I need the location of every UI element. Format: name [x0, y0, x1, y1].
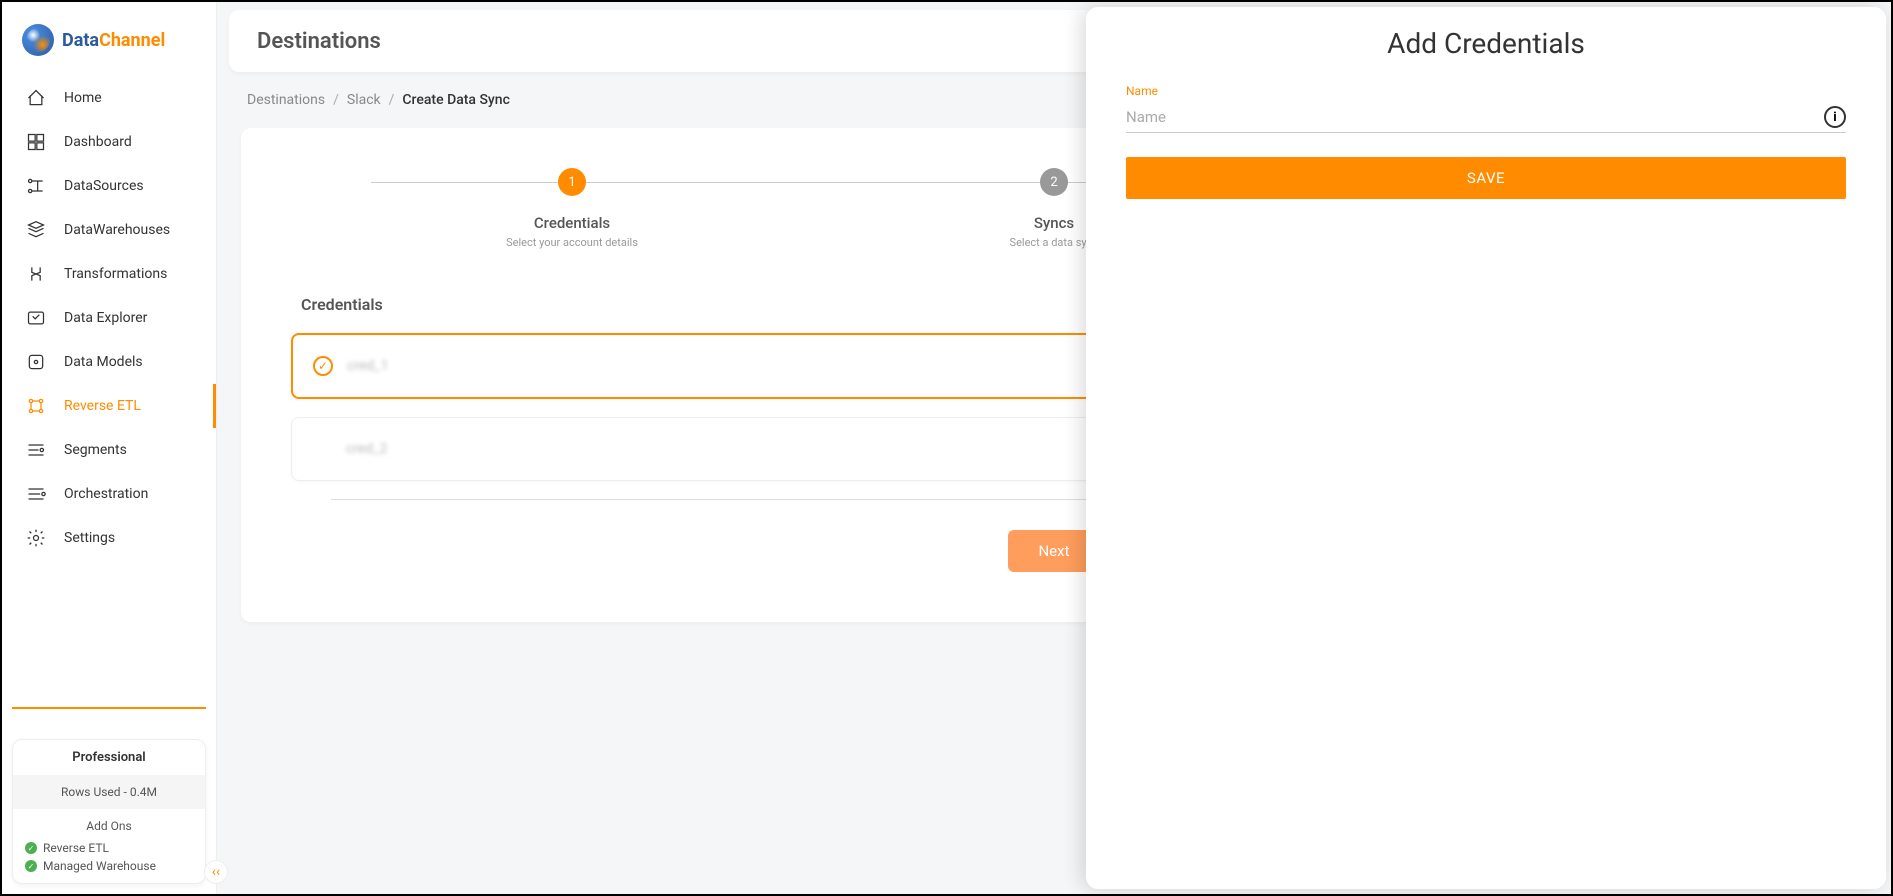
- check-icon: ✓: [25, 842, 37, 854]
- brand-part2: Channel: [99, 30, 165, 51]
- nav-segments[interactable]: Segments: [2, 428, 216, 472]
- addon-label: Reverse ETL: [43, 841, 109, 855]
- brand-logo[interactable]: DataChannel: [2, 14, 216, 76]
- step-credentials[interactable]: 1 Credentials Select your account detail…: [331, 168, 813, 249]
- divider: [12, 707, 206, 709]
- breadcrumb-item[interactable]: Slack: [347, 92, 381, 108]
- transform-icon: [26, 264, 46, 284]
- breadcrumb-sep: /: [333, 92, 339, 108]
- models-icon: [26, 352, 46, 372]
- orchestration-icon: [26, 484, 46, 504]
- credentials-title: Credentials: [301, 295, 383, 314]
- nav-list: Home Dashboard DataSources DataWarehouse…: [2, 76, 216, 697]
- nav-label: Reverse ETL: [64, 398, 141, 414]
- nav-dashboard[interactable]: Dashboard: [2, 120, 216, 164]
- breadcrumb-current: Create Data Sync: [402, 92, 509, 108]
- step-sub: Select your account details: [506, 236, 638, 249]
- save-button[interactable]: SAVE: [1126, 157, 1846, 199]
- nav-label: Dashboard: [64, 134, 132, 150]
- explorer-icon: [26, 308, 46, 328]
- nav-home[interactable]: Home: [2, 76, 216, 120]
- nav-reverseetl[interactable]: Reverse ETL: [2, 384, 216, 428]
- name-label: Name: [1126, 84, 1846, 98]
- nav-label: Transformations: [64, 266, 167, 282]
- nav-label: DataSources: [64, 178, 144, 194]
- nav-label: Orchestration: [64, 486, 148, 502]
- step-label: Credentials: [534, 214, 610, 232]
- name-input[interactable]: [1126, 102, 1814, 132]
- nav-datawarehouses[interactable]: DataWarehouses: [2, 208, 216, 252]
- nav-label: DataWarehouses: [64, 222, 170, 238]
- add-credentials-panel: Add Credentials Name i SAVE: [1086, 7, 1886, 889]
- check-icon: ✓: [25, 860, 37, 872]
- addon-label: Managed Warehouse: [43, 859, 156, 873]
- collapse-sidebar-button[interactable]: ‹‹: [204, 860, 228, 884]
- plan-addons-title: Add Ons: [13, 809, 205, 839]
- plan-card: Professional Rows Used - 0.4M Add Ons ✓ …: [12, 739, 206, 884]
- segments-icon: [26, 440, 46, 460]
- step-label: Syncs: [1034, 214, 1074, 232]
- brand-icon: [22, 24, 54, 56]
- datasources-icon: [26, 176, 46, 196]
- nav-settings[interactable]: Settings: [2, 516, 216, 560]
- nav-datasources[interactable]: DataSources: [2, 164, 216, 208]
- plan-addon: ✓ Reverse ETL: [13, 839, 205, 857]
- reverseetl-icon: [26, 396, 46, 416]
- gear-icon: [26, 528, 46, 548]
- sidebar: DataChannel Home Dashboard DataSources D…: [2, 2, 217, 894]
- plan-rows: Rows Used - 0.4M: [13, 775, 205, 809]
- info-icon[interactable]: i: [1824, 106, 1846, 128]
- breadcrumb-item[interactable]: Destinations: [247, 92, 325, 108]
- sidebar-bottom: Professional Rows Used - 0.4M Add Ons ✓ …: [2, 697, 216, 894]
- chevron-left-icon: ‹‹: [212, 864, 220, 880]
- brand-part1: Data: [62, 30, 99, 51]
- nav-label: Data Explorer: [64, 310, 147, 326]
- step-number: 1: [558, 168, 586, 196]
- warehouse-icon: [26, 220, 46, 240]
- selected-check-icon: ✓: [313, 356, 333, 376]
- name-field: Name i: [1126, 84, 1846, 133]
- nav-orchestration[interactable]: Orchestration: [2, 472, 216, 516]
- nav-label: Segments: [64, 442, 127, 458]
- plan-tier: Professional: [13, 740, 205, 775]
- breadcrumb-sep: /: [389, 92, 395, 108]
- dashboard-icon: [26, 132, 46, 152]
- nav-dataexplorer[interactable]: Data Explorer: [2, 296, 216, 340]
- nav-label: Settings: [64, 530, 115, 546]
- nav-label: Data Models: [64, 354, 143, 370]
- step-number: 2: [1040, 168, 1068, 196]
- brand-text: DataChannel: [62, 30, 165, 51]
- page-title: Destinations: [257, 29, 381, 54]
- nav-label: Home: [64, 90, 102, 106]
- panel-title: Add Credentials: [1126, 27, 1846, 60]
- nav-transformations[interactable]: Transformations: [2, 252, 216, 296]
- plan-addon: ✓ Managed Warehouse: [13, 857, 205, 883]
- home-icon: [26, 88, 46, 108]
- nav-datamodels[interactable]: Data Models: [2, 340, 216, 384]
